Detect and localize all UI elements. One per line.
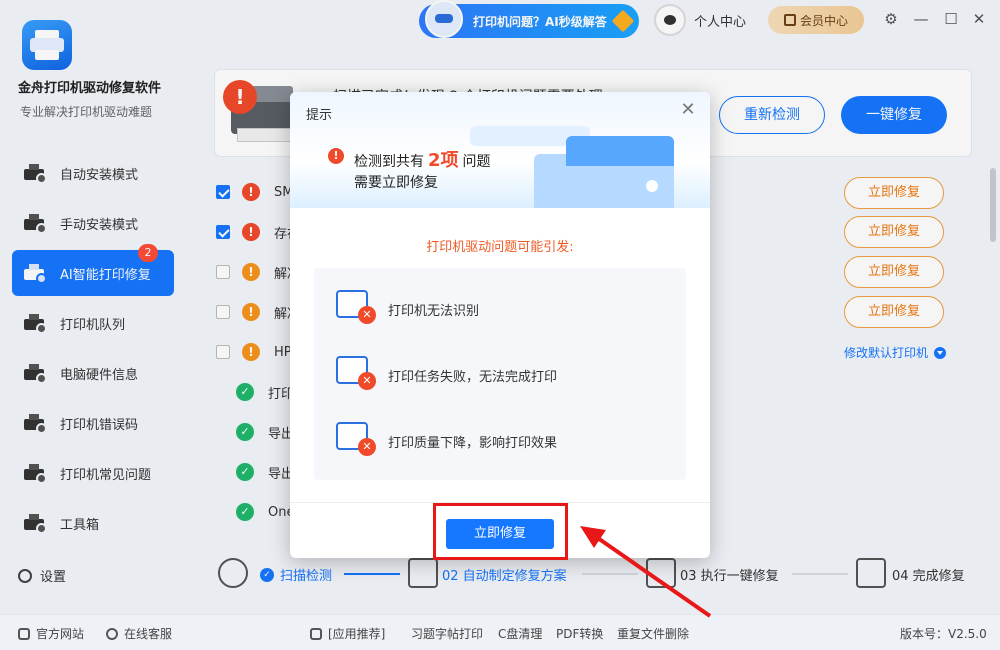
close-icon[interactable]: ✕ [678, 100, 698, 120]
quality-error-icon: ✕ [336, 420, 376, 456]
official-website-link[interactable]: 官方网站 [18, 625, 84, 642]
annotation-arrow-icon [580, 526, 712, 618]
dialog-header [290, 92, 710, 208]
list-item: ✕ 打印质量下降，影响打印效果 [336, 422, 558, 456]
highlight-box [433, 503, 568, 560]
app-link-label: C盘清理 [498, 627, 543, 641]
app-link-c-clean[interactable]: C盘清理 [498, 625, 542, 642]
consequence-text: 打印机无法识别 [388, 304, 480, 319]
dialog-msg-suffix: 问题 [462, 154, 491, 170]
consequence-list: ✕ 打印机无法识别 ✕ 打印任务失败，无法完成打印 ✕ 打印质量下降，影响打印效… [314, 268, 686, 480]
list-item: ✕ 打印机无法识别 [336, 290, 480, 324]
app-recommend: [应用推荐] [310, 625, 385, 642]
alert-icon: ! [328, 148, 344, 164]
app-recommend-label: [应用推荐] [328, 627, 386, 641]
home-icon [18, 627, 30, 640]
dialog-message: 检测到共有 2项 问题 [354, 146, 491, 172]
online-support-link[interactable]: 在线客服 [106, 625, 172, 642]
dialog-subtitle: 打印机驱动问题可能引发: [426, 240, 574, 255]
fix-prompt-dialog: 提示 ✕ ! 检测到共有 2项 问题 需要立即修复 打印机驱动问题可能引发: ✕… [290, 92, 710, 558]
app-link-label: 习题字帖打印 [411, 627, 484, 641]
dialog-title: 提示 [306, 108, 333, 123]
consequence-text: 打印任务失败，无法完成打印 [388, 370, 558, 385]
megaphone-icon [310, 627, 322, 640]
status-bar: 官方网站 在线客服 [应用推荐] 习题字帖打印 C盘清理 PDF转换 重复文件删… [0, 614, 1000, 650]
dialog-msg-prefix: 检测到共有 [354, 154, 424, 170]
app-link-practice[interactable]: 习题字帖打印 [411, 625, 483, 642]
document-error-icon: ✕ [336, 354, 376, 390]
version-text: 版本号：V2.5.0 [900, 627, 987, 641]
dialog-message-line2: 需要立即修复 [354, 175, 438, 191]
official-website-label: 官方网站 [36, 627, 85, 641]
version-label: 版本号：V2.5.0 [900, 625, 987, 642]
printer-error-icon: ✕ [336, 288, 376, 324]
issue-count: 2项 [428, 150, 459, 171]
list-item: ✕ 打印任务失败，无法完成打印 [336, 356, 558, 390]
online-support-label: 在线客服 [124, 627, 173, 641]
consequence-text: 打印质量下降，影响打印效果 [388, 436, 558, 451]
headset-icon [106, 627, 118, 640]
